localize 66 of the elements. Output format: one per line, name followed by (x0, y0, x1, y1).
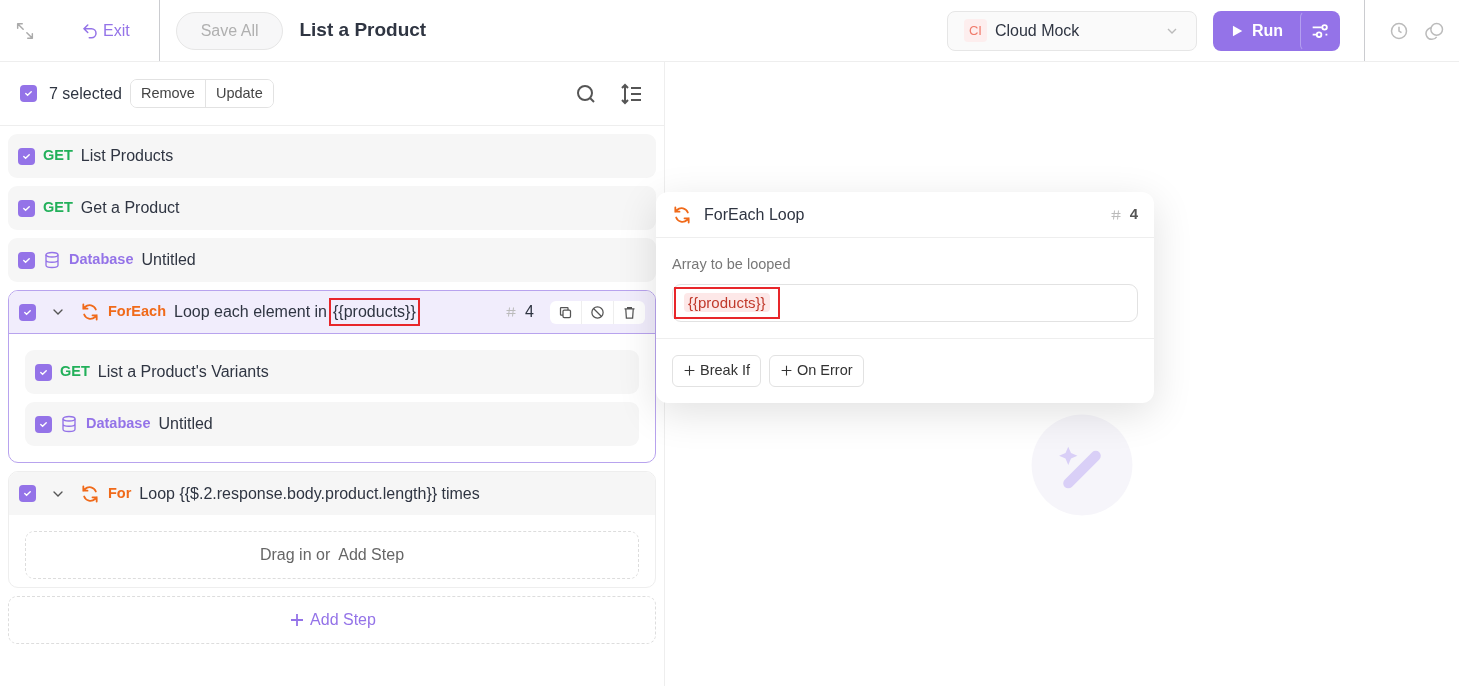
environment-badge: CI (963, 18, 987, 43)
copy-icon (558, 304, 573, 320)
checkbox[interactable] (18, 251, 35, 269)
environment-name: Cloud Mock (994, 20, 1081, 41)
step-type: For (108, 483, 132, 503)
step-type: Database (69, 250, 134, 270)
exit-button[interactable]: Exit (68, 11, 143, 50)
checkbox[interactable] (35, 415, 52, 433)
loop-icon (80, 302, 100, 322)
checkbox[interactable] (18, 199, 35, 217)
database-icon (43, 251, 61, 269)
step-row[interactable]: Database Untitled (8, 238, 656, 282)
step-name: List Products (80, 146, 174, 166)
disable-icon (590, 304, 605, 320)
add-step-link[interactable]: Add Step (338, 543, 405, 567)
loop-group[interactable]: For Loop {{$.2.response.body.product.length}} times Drag in or Add Step (8, 471, 656, 588)
step-name: Loop {{$.2.response.body.product.length}} times (139, 483, 480, 504)
add-condition-button[interactable]: Break If (672, 354, 761, 387)
step-number: 4 (525, 302, 534, 322)
step-name: Get a Product (80, 198, 180, 218)
chat-icon[interactable] (1425, 20, 1445, 41)
loop-icon (80, 483, 100, 504)
step-name: Loop each element in (174, 302, 327, 322)
history-icon[interactable] (1389, 20, 1409, 41)
checkmark-icon (23, 88, 34, 99)
checkbox[interactable] (20, 85, 37, 102)
step-type: GET (43, 198, 73, 218)
field-label: Array to be looped (672, 255, 792, 274)
checkbox[interactable] (19, 485, 36, 502)
environment-dropdown[interactable]: CI Cloud Mock (946, 10, 1197, 51)
variable-text: {{products}} (329, 298, 420, 326)
variable-text: {{products}} (674, 286, 780, 319)
action-button[interactable]: Update (204, 79, 273, 108)
step-name: Untitled (158, 414, 213, 434)
step-row[interactable]: Database Untitled (25, 402, 639, 446)
step-row[interactable]: GET List Products (8, 134, 656, 178)
trash-icon (622, 304, 637, 320)
checkmark-icon (22, 488, 33, 499)
step-number: 4 (1129, 204, 1138, 225)
checkbox[interactable] (19, 303, 36, 321)
drop-hint: Drag in or (259, 545, 331, 565)
array-input-field[interactable]: {{products}} (672, 283, 1138, 322)
step-row[interactable]: GET List a Product's Variants (25, 350, 639, 394)
checkbox[interactable] (35, 363, 52, 381)
step-type: Database (86, 414, 151, 434)
return-icon (81, 21, 99, 40)
step-type: GET (43, 146, 73, 166)
selection-count: 7 selected (49, 83, 122, 104)
sort-icon[interactable] (620, 81, 644, 106)
step-type: ForEach (108, 302, 166, 322)
step-type: GET (60, 362, 90, 382)
checkbox[interactable] (18, 147, 35, 165)
step-row[interactable]: GET Get a Product (8, 186, 656, 230)
plus-icon (683, 364, 696, 378)
page-title: List a Product (299, 18, 427, 43)
add-condition-button[interactable]: On Error (768, 354, 864, 387)
database-icon (60, 415, 78, 433)
loop-group[interactable]: ForEach Loop each element in {{products}} 4 GET List a Product's Variants Database Untitled (8, 290, 656, 463)
plus-icon (779, 364, 793, 378)
panel-title: ForEach Loop (704, 204, 806, 225)
add-step-button[interactable]: Add Step (8, 596, 656, 644)
loop-icon (672, 204, 692, 225)
hash-icon (505, 306, 518, 318)
step-name: Untitled (141, 250, 196, 270)
hash-icon (1109, 208, 1122, 221)
step-name: List a Product's Variants (97, 362, 269, 382)
